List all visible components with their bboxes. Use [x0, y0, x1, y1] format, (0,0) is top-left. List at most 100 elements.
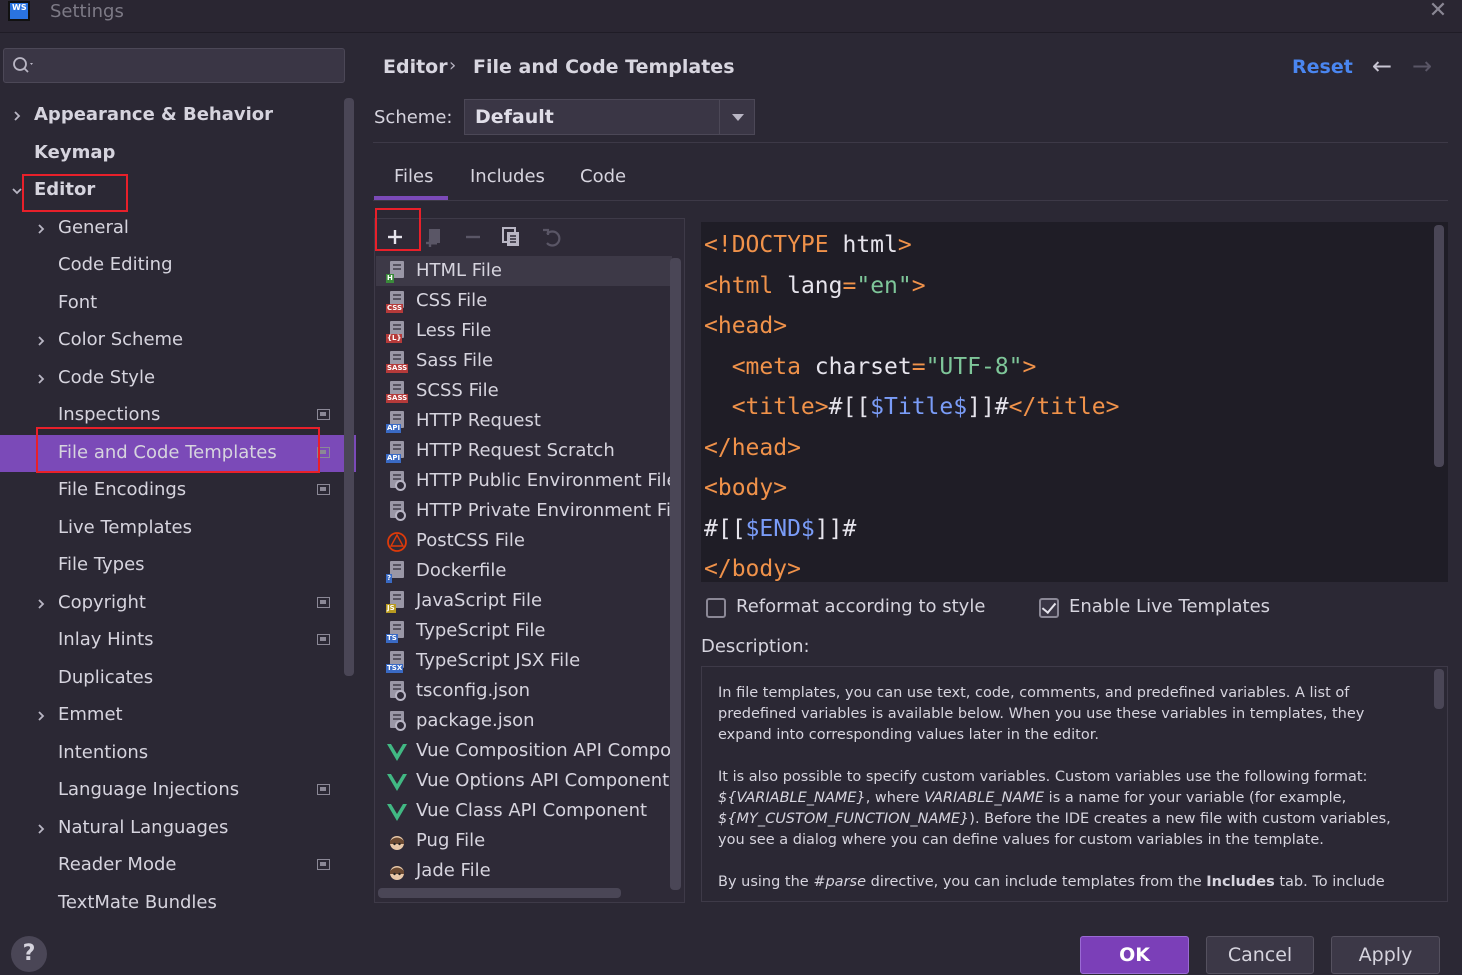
reset-icon[interactable] [540, 226, 562, 248]
chevron-right-icon[interactable] [34, 597, 48, 611]
sidebar-item-label: General [58, 216, 129, 238]
description-scrollbar[interactable] [1434, 669, 1444, 709]
file-type-icon: SASS [386, 381, 409, 403]
sidebar-item[interactable]: Copyright [0, 586, 340, 623]
sidebar-item-label: Code Editing [58, 254, 173, 275]
template-list-item[interactable]: SASS SCSS File [376, 376, 672, 406]
project-settings-icon [317, 409, 330, 420]
editor-scrollbar[interactable] [1434, 225, 1444, 467]
list-vertical-scrollbar[interactable] [670, 258, 681, 890]
sidebar-item[interactable]: Language Injections [0, 773, 340, 810]
remove-icon[interactable] [462, 226, 484, 248]
list-horizontal-scrollbar[interactable] [378, 888, 621, 898]
tab-includes[interactable]: Includes [470, 166, 545, 187]
divider [373, 142, 1448, 143]
sidebar-item[interactable]: Code Editing [0, 248, 340, 285]
project-settings-icon [317, 784, 330, 795]
vue-icon [386, 741, 408, 763]
template-list-item[interactable]: tsconfig.json [376, 676, 672, 706]
breadcrumb-separator: › [449, 55, 457, 76]
reset-link[interactable]: Reset [1292, 56, 1353, 78]
template-list-item[interactable]: Vue Class API Component [376, 796, 672, 826]
template-list-item[interactable]: Jade File [376, 856, 672, 886]
template-list-item[interactable]: CSS CSS File [376, 286, 672, 316]
template-list-item[interactable]: HTTP Private Environment File [376, 496, 672, 526]
config-file-icon [386, 471, 408, 493]
sidebar-item[interactable]: Code Style [0, 361, 340, 398]
template-list-item[interactable]: Vue Composition API Component [376, 736, 672, 766]
code-line: <title>#[[$Title$]]#</title> [704, 394, 1120, 420]
sidebar-item-label: Font [58, 291, 98, 313]
apply-button[interactable]: Apply [1331, 936, 1440, 974]
sidebar-item[interactable]: Intentions [0, 736, 340, 773]
template-code-editor[interactable]: <!DOCTYPE html> <html lang="en"> <head> <m… [701, 222, 1448, 582]
sidebar-item-label: File Encodings [58, 479, 187, 500]
template-list-item[interactable]: HTTP Public Environment File [376, 466, 672, 496]
chevron-right-icon[interactable] [10, 109, 24, 123]
sidebar-item[interactable]: Font [0, 286, 340, 323]
tab-files[interactable]: Files [394, 166, 434, 187]
template-list-item[interactable]: TSX TypeScript JSX File [376, 646, 672, 676]
tab-code[interactable]: Code [580, 166, 626, 187]
copy-icon[interactable] [500, 226, 522, 248]
template-name: HTTP Request [416, 410, 541, 431]
template-list-item[interactable]: TS TypeScript File [376, 616, 672, 646]
sidebar-item[interactable]: Inlay Hints [0, 623, 340, 660]
reformat-label: Reformat according to style [736, 596, 986, 617]
file-type-icon: API [386, 441, 408, 463]
scheme-value: Default [475, 106, 554, 128]
chevron-right-icon[interactable] [34, 334, 48, 348]
ok-button[interactable]: OK [1080, 936, 1189, 974]
template-list-item[interactable]: PostCSS File [376, 526, 672, 556]
close-icon[interactable]: ✕ [1424, 0, 1452, 23]
chevron-right-icon[interactable] [34, 822, 48, 836]
sidebar-item[interactable]: Reader Mode [0, 848, 340, 885]
template-name: HTTP Request Scratch [416, 440, 615, 461]
chevron-down-icon [732, 114, 744, 121]
sidebar-item[interactable]: TextMate Bundles [0, 886, 340, 923]
sidebar-scrollbar[interactable] [344, 98, 354, 676]
arrow-right-icon[interactable]: → [1412, 52, 1432, 80]
template-list-item[interactable]: SASS Sass File [376, 346, 672, 376]
arrow-left-icon[interactable]: ← [1372, 52, 1392, 80]
dropdown-button[interactable] [719, 100, 754, 134]
sidebar-item[interactable]: General [0, 211, 340, 248]
sidebar-item[interactable]: Keymap [0, 136, 340, 173]
sidebar-item[interactable]: Color Scheme [0, 323, 340, 360]
template-list-item[interactable]: API HTTP Request [376, 406, 672, 436]
cancel-button[interactable]: Cancel [1206, 936, 1314, 974]
template-list-item[interactable]: H HTML File [376, 256, 672, 286]
project-settings-icon [317, 859, 330, 870]
sidebar-item[interactable]: Emmet [0, 698, 340, 735]
scheme-dropdown[interactable]: Default [464, 99, 755, 135]
template-list-item[interactable]: Vue Options API Component [376, 766, 672, 796]
file-type-icon: SASS [386, 351, 409, 373]
template-list-item[interactable]: ? Dockerfile [376, 556, 672, 586]
sidebar-item[interactable]: File Types [0, 548, 340, 585]
file-type-icon: TSX [386, 651, 408, 673]
config-file-icon [386, 711, 408, 733]
sidebar-item[interactable]: Appearance & Behavior [0, 98, 340, 135]
sidebar-item[interactable]: Duplicates [0, 661, 340, 698]
sidebar-item-label: File Types [58, 554, 145, 575]
description-paragraph: In file templates, you can use text, cod… [718, 685, 1365, 743]
reformat-checkbox[interactable] [706, 598, 726, 618]
sidebar-item[interactable]: Natural Languages [0, 811, 340, 848]
breadcrumb-parent[interactable]: Editor [383, 56, 448, 78]
code-line: <html lang="en"> [704, 272, 926, 299]
template-list-item[interactable]: package.json [376, 706, 672, 736]
help-button[interactable]: ? [11, 936, 47, 972]
code-line: <body> [704, 475, 788, 501]
add-child-icon[interactable] [424, 226, 446, 248]
live-templates-checkbox[interactable] [1039, 598, 1059, 618]
template-list-item[interactable]: Pug File [376, 826, 672, 856]
chevron-right-icon[interactable] [34, 222, 48, 236]
template-list-item[interactable]: API HTTP Request Scratch [376, 436, 672, 466]
template-list: H HTML File CSS CSS File {L} Less File SASS Sas… [374, 256, 685, 888]
template-list-item[interactable]: JS JavaScript File [376, 586, 672, 616]
chevron-right-icon[interactable] [34, 372, 48, 386]
template-list-item[interactable]: {L} Less File [376, 316, 672, 346]
sidebar-item[interactable]: File Encodings [0, 473, 340, 510]
chevron-right-icon[interactable] [34, 709, 48, 723]
sidebar-item[interactable]: Live Templates [0, 511, 340, 548]
